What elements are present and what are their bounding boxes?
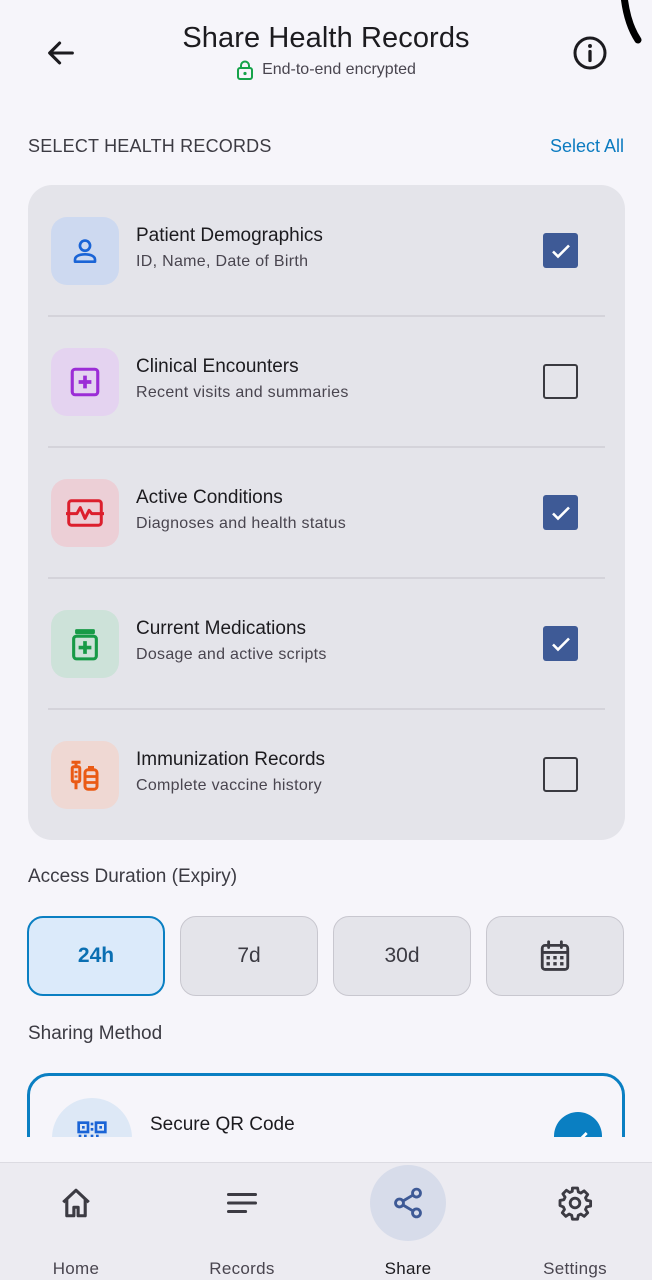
record-desc: ID, Name, Date of Birth: [136, 253, 309, 270]
checkmark-icon: [551, 244, 570, 258]
record-text: Current Medications Dosage and active sc…: [136, 618, 327, 664]
camera-notch: [620, 0, 642, 44]
encryption-status: End-to-end encrypted: [0, 60, 652, 80]
heart-monitor-icon: [66, 498, 104, 527]
checkmark-icon: [580, 1132, 588, 1137]
record-icon-box: [51, 216, 119, 285]
record-immunization-records[interactable]: Immunization Records Complete vaccine hi…: [48, 709, 605, 840]
record-patient-demographics[interactable]: Patient Demographics ID, Name, Date of B…: [48, 185, 605, 316]
nav-label: Settings: [543, 1259, 607, 1278]
records-card: Patient Demographics ID, Name, Date of B…: [28, 185, 625, 840]
nav-share[interactable]: Share: [348, 1163, 468, 1280]
gear-icon: [558, 1186, 593, 1221]
select-all-button[interactable]: Select All: [550, 136, 624, 157]
record-name: Active Conditions: [136, 487, 283, 508]
duration-option-7d[interactable]: 7d: [180, 916, 318, 996]
record-icon-box: [51, 478, 119, 547]
record-checkbox[interactable]: [543, 757, 578, 792]
app-header: Share Health Records End-to-end encrypte…: [0, 0, 652, 110]
medication-icon: [72, 628, 98, 660]
record-name: Immunization Records: [136, 749, 326, 770]
record-current-medications[interactable]: Current Medications Dosage and active sc…: [48, 578, 605, 709]
record-icon-box: [51, 740, 119, 809]
record-name: Patient Demographics: [136, 225, 323, 246]
nav-records[interactable]: Records: [182, 1163, 302, 1280]
record-name: Clinical Encounters: [136, 356, 299, 377]
nav-settings[interactable]: Settings: [515, 1163, 635, 1280]
records-section-header: SELECT HEALTH RECORDS Select All: [28, 136, 624, 157]
record-icon-box: [51, 347, 119, 416]
record-clinical-encounters[interactable]: Clinical Encounters Recent visits and su…: [48, 316, 605, 447]
nav-home[interactable]: Home: [16, 1163, 136, 1280]
bottom-navigation: Home Records Share Settings: [0, 1162, 652, 1280]
record-text: Active Conditions Diagnoses and health s…: [136, 487, 346, 533]
record-active-conditions[interactable]: Active Conditions Diagnoses and health s…: [48, 447, 605, 578]
page-title: Share Health Records: [182, 22, 470, 54]
checkmark-icon: [551, 637, 570, 651]
record-text: Patient Demographics ID, Name, Date of B…: [136, 225, 323, 271]
info-button[interactable]: [567, 30, 613, 76]
info-icon: [573, 36, 607, 70]
medical-plus-icon: [70, 367, 100, 396]
sharing-method-label: Sharing Method: [28, 1023, 163, 1044]
sharing-method-name: Secure QR Code: [150, 1114, 295, 1135]
nav-label: Home: [52, 1259, 100, 1278]
home-icon: [62, 1188, 90, 1218]
nav-icon-wrap: [38, 1165, 114, 1241]
duration-option-30d[interactable]: 30d: [333, 916, 471, 996]
record-checkbox[interactable]: [543, 364, 578, 399]
calendar-icon: [540, 940, 570, 971]
qr-code-icon: [77, 1121, 107, 1137]
sharing-option-qr[interactable]: Secure QR Code: [27, 1073, 625, 1137]
duration-option-custom[interactable]: [486, 916, 624, 996]
record-text: Clinical Encounters Recent visits and su…: [136, 356, 349, 402]
encryption-label: End-to-end encrypted: [262, 61, 416, 78]
section-label: SELECT HEALTH RECORDS: [28, 136, 272, 156]
record-checkbox[interactable]: [543, 626, 578, 661]
record-desc: Recent visits and summaries: [136, 384, 349, 401]
record-desc: Complete vaccine history: [136, 777, 322, 794]
nav-label: Share: [384, 1259, 432, 1278]
nav-icon-wrap: [537, 1165, 613, 1241]
nav-icon-wrap: [370, 1165, 446, 1241]
lock-icon: [237, 60, 254, 80]
record-checkbox[interactable]: [543, 233, 578, 268]
record-name: Current Medications: [136, 618, 307, 639]
record-desc: Dosage and active scripts: [136, 646, 327, 663]
nav-label: Records: [209, 1259, 275, 1278]
vaccine-icon: [70, 760, 99, 791]
duration-option-24h[interactable]: 24h: [27, 916, 165, 996]
record-desc: Diagnoses and health status: [136, 515, 347, 532]
selected-check: [554, 1112, 602, 1137]
qr-icon-circle: [52, 1098, 132, 1137]
record-checkbox[interactable]: [543, 495, 578, 530]
person-icon: [73, 238, 97, 263]
access-duration-label: Access Duration (Expiry): [28, 866, 238, 887]
record-icon-box: [51, 609, 119, 678]
menu-lines-icon: [226, 1192, 258, 1214]
sharing-method-list: Secure QR Code: [0, 1060, 652, 1137]
nav-icon-wrap: [204, 1165, 280, 1241]
record-text: Immunization Records Complete vaccine hi…: [136, 749, 325, 795]
share-icon: [394, 1187, 422, 1219]
checkmark-icon: [551, 506, 570, 520]
